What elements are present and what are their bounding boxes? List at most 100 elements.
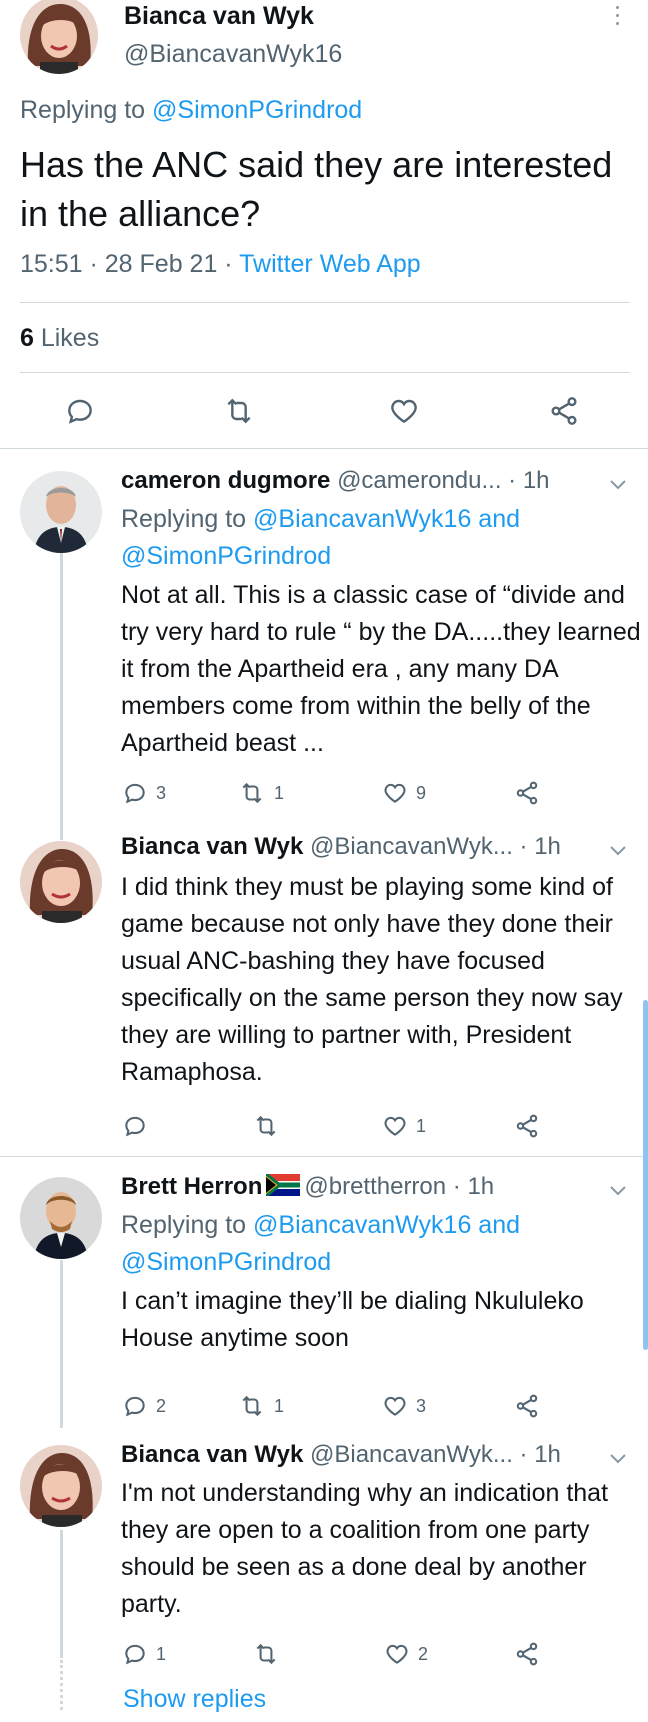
reply-button[interactable]: 1 — [122, 1639, 166, 1669]
replying-to-link[interactable]: @BiancavanWyk16 — [253, 505, 471, 533]
author-name[interactable]: Bianca van Wyk — [124, 2, 314, 31]
retweet-icon — [242, 1395, 262, 1417]
share-icon — [551, 397, 577, 425]
like-button[interactable]: 2 — [384, 1639, 428, 1669]
tweet-text: Not at all. This is a classic case of “d… — [121, 581, 641, 757]
replying-to-link[interactable]: @SimonPGrindrod — [121, 1248, 331, 1276]
reply-header: cameron dugmore @camerondu... · 1h — [121, 467, 550, 495]
divider — [20, 302, 630, 303]
retweet-icon — [242, 782, 262, 804]
reply-button[interactable] — [122, 1111, 156, 1141]
retweet-button[interactable] — [252, 1639, 288, 1669]
replying-prefix: Replying to — [121, 505, 254, 533]
tweet-meta: 15:51 · 28 Feb 21 · Twitter Web App — [20, 250, 421, 279]
author-name[interactable]: Bianca van Wyk — [121, 1441, 303, 1468]
like-count: 9 — [416, 782, 427, 803]
like-icon — [384, 1396, 406, 1416]
author-name[interactable]: cameron dugmore — [121, 467, 330, 494]
reply-count: 3 — [156, 782, 167, 803]
tweet-time[interactable]: 15:51 · 28 Feb 21 · — [20, 250, 239, 278]
chevron-down-icon[interactable] — [608, 1183, 628, 1197]
replying-prefix: Replying to — [20, 96, 153, 124]
author-handle[interactable]: @BiancavanWyk... — [310, 833, 513, 860]
more-vertical-icon[interactable] — [612, 6, 622, 30]
replying-prefix: Replying to — [121, 1211, 254, 1239]
share-icon — [516, 1394, 538, 1418]
like-button[interactable]: 1 — [382, 1111, 426, 1141]
avatar[interactable] — [20, 471, 102, 553]
like-button[interactable] — [388, 395, 428, 427]
share-button[interactable] — [548, 395, 588, 427]
replying-and: and — [471, 1211, 521, 1239]
scrollbar[interactable] — [643, 1000, 648, 1350]
reply-tweet[interactable]: Brett Herron @brettherron · 1h Replying t… — [0, 1157, 648, 1425]
tweet-source[interactable]: Twitter Web App — [239, 250, 421, 278]
reply-button[interactable]: 2 — [122, 1391, 166, 1421]
reply-icon — [125, 1644, 145, 1665]
retweet-icon — [256, 1115, 276, 1137]
chevron-down-icon[interactable] — [608, 477, 628, 491]
share-button[interactable] — [514, 1111, 540, 1141]
retweet-button[interactable] — [252, 1111, 288, 1141]
author-handle[interactable]: @BiancavanWyk... — [310, 1441, 513, 1468]
reply-icon — [125, 1396, 145, 1417]
author-handle[interactable]: @camerondu... — [337, 467, 501, 494]
retweet-button[interactable]: 1 — [238, 1391, 284, 1421]
replying-to-link[interactable]: @SimonPGrindrod — [121, 542, 331, 570]
tweet-text: I did think they must be playing some ki… — [121, 873, 623, 1086]
tweet-time[interactable]: · 1h — [453, 1173, 494, 1200]
retweet-button[interactable]: 1 — [238, 778, 284, 808]
replying-to: Replying to @BiancavanWyk16 and @SimonPGr… — [121, 1207, 631, 1281]
reply-count: 2 — [156, 1395, 167, 1416]
share-icon — [516, 781, 538, 805]
replying-to-link[interactable]: @BiancavanWyk16 — [253, 1211, 471, 1239]
reply-tweet[interactable]: Bianca van Wyk @BiancavanWyk... · 1h I d… — [0, 817, 648, 1155]
author-handle[interactable]: @BiancavanWyk16 — [124, 40, 342, 69]
author-handle[interactable]: @brettherron — [304, 1173, 446, 1200]
share-button[interactable] — [514, 1639, 540, 1669]
tweet-time[interactable]: · 1h — [520, 1441, 561, 1468]
reply-header: Brett Herron @brettherron · 1h — [121, 1173, 494, 1201]
reply-tweet[interactable]: cameron dugmore @camerondu... · 1h Reply… — [0, 449, 648, 817]
retweet-count: 1 — [274, 1395, 285, 1416]
like-button[interactable]: 3 — [382, 1391, 426, 1421]
like-button[interactable]: 9 — [382, 778, 426, 808]
tweet-time[interactable]: · 1h — [508, 467, 549, 494]
like-count: 2 — [418, 1643, 429, 1664]
retweet-button[interactable] — [222, 395, 262, 427]
replying-to-link[interactable]: @SimonPGrindrod — [152, 96, 362, 124]
divider — [20, 372, 630, 373]
like-count: 3 — [416, 1395, 427, 1416]
reply-icon — [68, 399, 92, 424]
tweet-time[interactable]: · 1h — [520, 833, 561, 860]
avatar[interactable] — [20, 1177, 102, 1259]
chevron-down-icon[interactable] — [608, 1451, 628, 1465]
reply-icon — [125, 1116, 145, 1137]
share-button[interactable] — [514, 778, 540, 808]
like-count: 1 — [416, 1115, 427, 1136]
author-name[interactable]: Bianca van Wyk — [121, 833, 303, 860]
retweet-count: 1 — [274, 782, 285, 803]
likes-number: 6 — [20, 324, 34, 352]
reply-button[interactable]: 3 — [122, 778, 166, 808]
tweet-text: I can’t imagine they’ll be dialing Nkulu… — [121, 1287, 584, 1352]
avatar[interactable] — [20, 841, 102, 923]
reply-tweet[interactable]: Bianca van Wyk @BiancavanWyk... · 1h I'm… — [0, 1425, 648, 1675]
author-name[interactable]: Brett Herron — [121, 1173, 262, 1200]
show-replies-link[interactable]: Show replies — [123, 1685, 266, 1714]
replying-to: Replying to @SimonPGrindrod — [20, 96, 362, 125]
like-icon — [384, 1116, 406, 1136]
reply-button[interactable] — [64, 395, 104, 427]
south-africa-flag-icon — [266, 1174, 301, 1196]
chevron-down-icon[interactable] — [608, 843, 628, 857]
avatar[interactable] — [20, 0, 98, 74]
retweet-icon — [227, 398, 251, 424]
replying-to: Replying to @BiancavanWyk16 and @SimonPGr… — [121, 501, 631, 575]
like-icon — [391, 399, 417, 424]
reply-header: Bianca van Wyk @BiancavanWyk... · 1h — [121, 833, 561, 861]
share-icon — [516, 1642, 538, 1666]
avatar[interactable] — [20, 1445, 102, 1527]
reply-header: Bianca van Wyk @BiancavanWyk... · 1h — [121, 1441, 561, 1469]
share-button[interactable] — [514, 1391, 540, 1421]
likes-count[interactable]: 6 Likes — [20, 324, 99, 353]
